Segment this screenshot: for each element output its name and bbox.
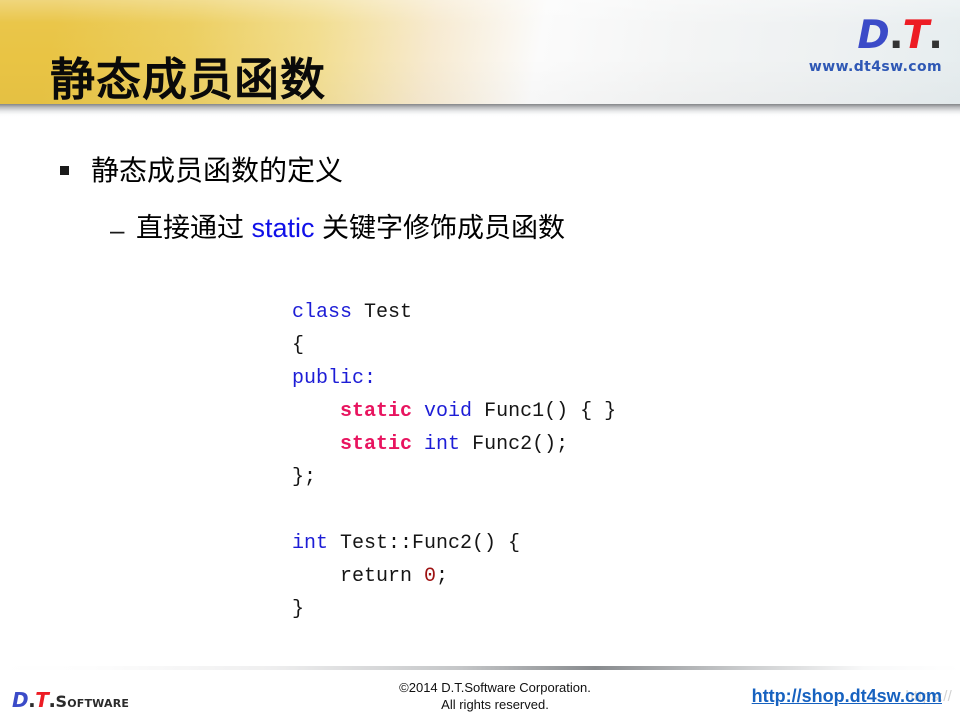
footer-divider: [0, 666, 960, 670]
code-token-punct: {: [292, 334, 305, 357]
code-line: {: [292, 329, 616, 362]
code-token-static: static: [340, 433, 413, 456]
code-token-punct: { }: [568, 400, 617, 423]
logo-website-url[interactable]: www.dt4sw.com: [809, 59, 942, 75]
bullet-level1: 静态成员函数的定义: [60, 154, 960, 188]
page-title: 静态成员函数: [50, 54, 327, 106]
bullet-level1-label: 静态成员函数的定义: [91, 155, 344, 186]
corporate-logo: D.T. www.dt4sw.com: [809, 13, 943, 76]
code-token-keyword: int: [292, 532, 329, 555]
code-token-keyword: public:: [292, 367, 377, 390]
code-token-keyword: int: [424, 433, 461, 456]
copyright-line-2: All rights reserved.: [441, 697, 549, 712]
code-token-punct: }: [292, 598, 305, 621]
code-line: public:: [292, 362, 616, 395]
code-token-number: 0: [424, 565, 437, 588]
code-line: class Test: [292, 296, 616, 329]
code-token-punct: };: [292, 466, 317, 489]
shop-link[interactable]: http://shop.dt4sw.com: [752, 686, 942, 707]
code-token-identifier: Func1(): [484, 400, 569, 423]
logo-dot-2: .: [928, 13, 943, 58]
bullet-level2-keyword: static: [251, 213, 315, 243]
footer-logo: D.T.Software: [12, 688, 129, 712]
code-snippet: class Test { public: static void Func1() {…: [292, 296, 616, 626]
code-token-punct: ;: [436, 565, 449, 588]
logo-letter-d: D: [857, 13, 889, 58]
logo-letter-t: T: [902, 13, 930, 58]
bullet-level2: – 直接通过 static 关键字修饰成员函数: [110, 212, 960, 245]
code-token-identifier: Test::Func2() {: [340, 532, 521, 555]
logo-dot-1: .: [888, 13, 904, 58]
code-line: }: [292, 593, 616, 626]
footer-logo-letter-t: T: [35, 688, 49, 712]
bullet-level2-text-before: 直接通过: [136, 213, 252, 243]
code-line: static void Func1() { }: [292, 395, 616, 428]
code-line: return 0;: [292, 560, 616, 593]
code-line: };: [292, 461, 616, 494]
code-line: int Test::Func2() {: [292, 527, 616, 560]
logo-mark: D.T.: [809, 13, 943, 58]
footer-logo-letter-d: D: [12, 688, 29, 712]
bullet-level2-text-after: 关键字修饰成员函数: [314, 213, 566, 243]
slide-content: 静态成员函数的定义 – 直接通过 static 关键字修饰成员函数: [0, 117, 960, 245]
code-token-identifier: Func2();: [472, 433, 569, 456]
copyright-line-1: ©2014 D.T.Software Corporation.: [399, 680, 591, 695]
code-token-keyword: void: [424, 400, 473, 423]
dash-bullet-icon: –: [110, 214, 125, 245]
code-token-identifier: Test: [364, 301, 413, 324]
footer-logo-word: Software: [55, 692, 130, 711]
footer-copyright: ©2014 D.T.Software Corporation. All righ…: [330, 679, 660, 713]
code-token-static: static: [340, 400, 413, 423]
code-token-keyword: class: [292, 301, 353, 324]
code-token-identifier: return: [292, 565, 425, 588]
code-line: static int Func2();: [292, 428, 616, 461]
square-bullet-icon: [60, 166, 69, 176]
